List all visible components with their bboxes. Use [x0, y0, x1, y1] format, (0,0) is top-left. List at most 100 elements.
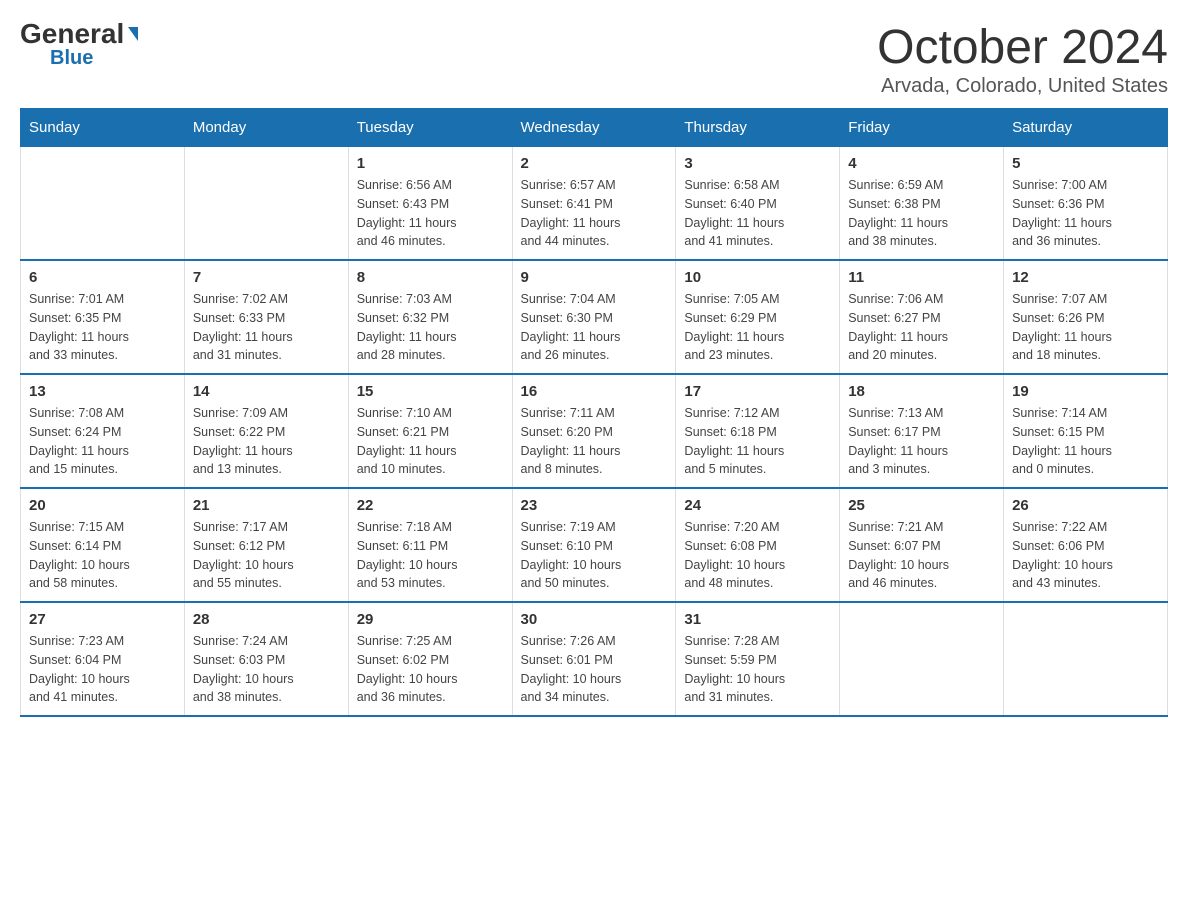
day-info: Sunrise: 7:18 AMSunset: 6:11 PMDaylight:… — [357, 518, 504, 593]
day-info: Sunrise: 7:00 AMSunset: 6:36 PMDaylight:… — [1012, 176, 1159, 251]
calendar-cell: 19 Sunrise: 7:14 AMSunset: 6:15 PMDayligh… — [1004, 374, 1168, 488]
day-info: Sunrise: 7:02 AMSunset: 6:33 PMDaylight:… — [193, 290, 340, 365]
page-header: General Blue October 2024 Arvada, Colora… — [20, 20, 1168, 98]
day-number: 16 — [521, 383, 668, 400]
day-info: Sunrise: 7:05 AMSunset: 6:29 PMDaylight:… — [684, 290, 831, 365]
day-info: Sunrise: 7:14 AMSunset: 6:15 PMDaylight:… — [1012, 404, 1159, 479]
day-info: Sunrise: 7:01 AMSunset: 6:35 PMDaylight:… — [29, 290, 176, 365]
calendar-cell: 25 Sunrise: 7:21 AMSunset: 6:07 PMDayligh… — [840, 488, 1004, 602]
calendar-title: October 2024 — [877, 20, 1168, 75]
day-info: Sunrise: 7:08 AMSunset: 6:24 PMDaylight:… — [29, 404, 176, 479]
day-info: Sunrise: 7:20 AMSunset: 6:08 PMDaylight:… — [684, 518, 831, 593]
calendar-cell: 31Sunrise: 7:28 AMSunset: 5:59 PMDayligh… — [676, 602, 840, 716]
calendar-header-saturday: Saturday — [1004, 109, 1168, 147]
day-number: 11 — [848, 269, 995, 286]
day-number: 17 — [684, 383, 831, 400]
day-info: Sunrise: 7:17 AMSunset: 6:12 PMDaylight:… — [193, 518, 340, 593]
day-number: 3 — [684, 155, 831, 172]
calendar-cell: 16 Sunrise: 7:11 AMSunset: 6:20 PMDayligh… — [512, 374, 676, 488]
calendar-cell: 4Sunrise: 6:59 AMSunset: 6:38 PMDaylight… — [840, 147, 1004, 261]
day-number: 31 — [684, 611, 831, 628]
day-info: Sunrise: 7:10 AMSunset: 6:21 PMDaylight:… — [357, 404, 504, 479]
calendar-table: SundayMondayTuesdayWednesdayThursdayFrid… — [20, 108, 1168, 717]
calendar-cell: 20 Sunrise: 7:15 AMSunset: 6:14 PMDayligh… — [21, 488, 185, 602]
calendar-header-wednesday: Wednesday — [512, 109, 676, 147]
day-info: Sunrise: 7:24 AMSunset: 6:03 PMDaylight:… — [193, 632, 340, 707]
day-number: 7 — [193, 269, 340, 286]
day-number: 25 — [848, 497, 995, 514]
calendar-header-row: SundayMondayTuesdayWednesdayThursdayFrid… — [21, 109, 1168, 147]
day-info: Sunrise: 6:58 AMSunset: 6:40 PMDaylight:… — [684, 176, 831, 251]
day-number: 21 — [193, 497, 340, 514]
day-info: Sunrise: 6:59 AMSunset: 6:38 PMDaylight:… — [848, 176, 995, 251]
calendar-cell: 17 Sunrise: 7:12 AMSunset: 6:18 PMDayligh… — [676, 374, 840, 488]
day-info: Sunrise: 7:23 AMSunset: 6:04 PMDaylight:… — [29, 632, 176, 707]
calendar-cell: 3 Sunrise: 6:58 AMSunset: 6:40 PMDaylight… — [676, 147, 840, 261]
calendar-location: Arvada, Colorado, United States — [877, 75, 1168, 98]
day-info: Sunrise: 7:07 AMSunset: 6:26 PMDaylight:… — [1012, 290, 1159, 365]
day-info: Sunrise: 7:06 AMSunset: 6:27 PMDaylight:… — [848, 290, 995, 365]
day-number: 29 — [357, 611, 504, 628]
calendar-cell: 9 Sunrise: 7:04 AMSunset: 6:30 PMDaylight… — [512, 260, 676, 374]
day-number: 30 — [521, 611, 668, 628]
day-number: 1 — [357, 155, 504, 172]
logo-general: General — [20, 20, 124, 48]
day-info: Sunrise: 7:26 AMSunset: 6:01 PMDaylight:… — [521, 632, 668, 707]
day-number: 26 — [1012, 497, 1159, 514]
calendar-cell — [1004, 602, 1168, 716]
day-info: Sunrise: 7:11 AMSunset: 6:20 PMDaylight:… — [521, 404, 668, 479]
calendar-header-tuesday: Tuesday — [348, 109, 512, 147]
day-number: 8 — [357, 269, 504, 286]
calendar-cell: 24Sunrise: 7:20 AMSunset: 6:08 PMDayligh… — [676, 488, 840, 602]
calendar-cell: 22 Sunrise: 7:18 AMSunset: 6:11 PMDayligh… — [348, 488, 512, 602]
logo-triangle-icon — [128, 27, 138, 41]
calendar-cell: 26 Sunrise: 7:22 AMSunset: 6:06 PMDayligh… — [1004, 488, 1168, 602]
day-number: 2 — [521, 155, 668, 172]
calendar-header-thursday: Thursday — [676, 109, 840, 147]
calendar-cell: 14Sunrise: 7:09 AMSunset: 6:22 PMDayligh… — [184, 374, 348, 488]
day-info: Sunrise: 6:57 AMSunset: 6:41 PMDaylight:… — [521, 176, 668, 251]
day-info: Sunrise: 6:56 AMSunset: 6:43 PMDaylight:… — [357, 176, 504, 251]
calendar-week-row: 6 Sunrise: 7:01 AMSunset: 6:35 PMDaylight… — [21, 260, 1168, 374]
calendar-week-row: 20 Sunrise: 7:15 AMSunset: 6:14 PMDayligh… — [21, 488, 1168, 602]
day-number: 22 — [357, 497, 504, 514]
day-info: Sunrise: 7:19 AMSunset: 6:10 PMDaylight:… — [521, 518, 668, 593]
calendar-week-row: 13Sunrise: 7:08 AMSunset: 6:24 PMDayligh… — [21, 374, 1168, 488]
calendar-cell — [840, 602, 1004, 716]
day-number: 20 — [29, 497, 176, 514]
calendar-cell: 29 Sunrise: 7:25 AMSunset: 6:02 PMDayligh… — [348, 602, 512, 716]
calendar-cell: 5Sunrise: 7:00 AMSunset: 6:36 PMDaylight… — [1004, 147, 1168, 261]
day-number: 19 — [1012, 383, 1159, 400]
calendar-cell: 2 Sunrise: 6:57 AMSunset: 6:41 PMDaylight… — [512, 147, 676, 261]
day-info: Sunrise: 7:12 AMSunset: 6:18 PMDaylight:… — [684, 404, 831, 479]
calendar-week-row: 1 Sunrise: 6:56 AMSunset: 6:43 PMDaylight… — [21, 147, 1168, 261]
day-number: 15 — [357, 383, 504, 400]
calendar-cell: 28Sunrise: 7:24 AMSunset: 6:03 PMDayligh… — [184, 602, 348, 716]
calendar-week-row: 27 Sunrise: 7:23 AMSunset: 6:04 PMDayligh… — [21, 602, 1168, 716]
calendar-cell: 13Sunrise: 7:08 AMSunset: 6:24 PMDayligh… — [21, 374, 185, 488]
day-number: 27 — [29, 611, 176, 628]
day-info: Sunrise: 7:22 AMSunset: 6:06 PMDaylight:… — [1012, 518, 1159, 593]
calendar-cell: 12Sunrise: 7:07 AMSunset: 6:26 PMDayligh… — [1004, 260, 1168, 374]
calendar-cell: 18Sunrise: 7:13 AMSunset: 6:17 PMDayligh… — [840, 374, 1004, 488]
calendar-cell: 8Sunrise: 7:03 AMSunset: 6:32 PMDaylight… — [348, 260, 512, 374]
calendar-cell: 1 Sunrise: 6:56 AMSunset: 6:43 PMDaylight… — [348, 147, 512, 261]
calendar-cell: 15 Sunrise: 7:10 AMSunset: 6:21 PMDayligh… — [348, 374, 512, 488]
calendar-cell: 23 Sunrise: 7:19 AMSunset: 6:10 PMDayligh… — [512, 488, 676, 602]
day-info: Sunrise: 7:09 AMSunset: 6:22 PMDaylight:… — [193, 404, 340, 479]
calendar-cell: 6 Sunrise: 7:01 AMSunset: 6:35 PMDaylight… — [21, 260, 185, 374]
day-info: Sunrise: 7:04 AMSunset: 6:30 PMDaylight:… — [521, 290, 668, 365]
day-number: 23 — [521, 497, 668, 514]
day-number: 6 — [29, 269, 176, 286]
day-number: 9 — [521, 269, 668, 286]
calendar-cell: 7 Sunrise: 7:02 AMSunset: 6:33 PMDaylight… — [184, 260, 348, 374]
calendar-cell: 21 Sunrise: 7:17 AMSunset: 6:12 PMDayligh… — [184, 488, 348, 602]
calendar-cell: 10Sunrise: 7:05 AMSunset: 6:29 PMDayligh… — [676, 260, 840, 374]
day-info: Sunrise: 7:21 AMSunset: 6:07 PMDaylight:… — [848, 518, 995, 593]
calendar-header-monday: Monday — [184, 109, 348, 147]
calendar-cell — [184, 147, 348, 261]
day-info: Sunrise: 7:15 AMSunset: 6:14 PMDaylight:… — [29, 518, 176, 593]
day-info: Sunrise: 7:13 AMSunset: 6:17 PMDaylight:… — [848, 404, 995, 479]
day-info: Sunrise: 7:25 AMSunset: 6:02 PMDaylight:… — [357, 632, 504, 707]
calendar-cell: 11 Sunrise: 7:06 AMSunset: 6:27 PMDayligh… — [840, 260, 1004, 374]
